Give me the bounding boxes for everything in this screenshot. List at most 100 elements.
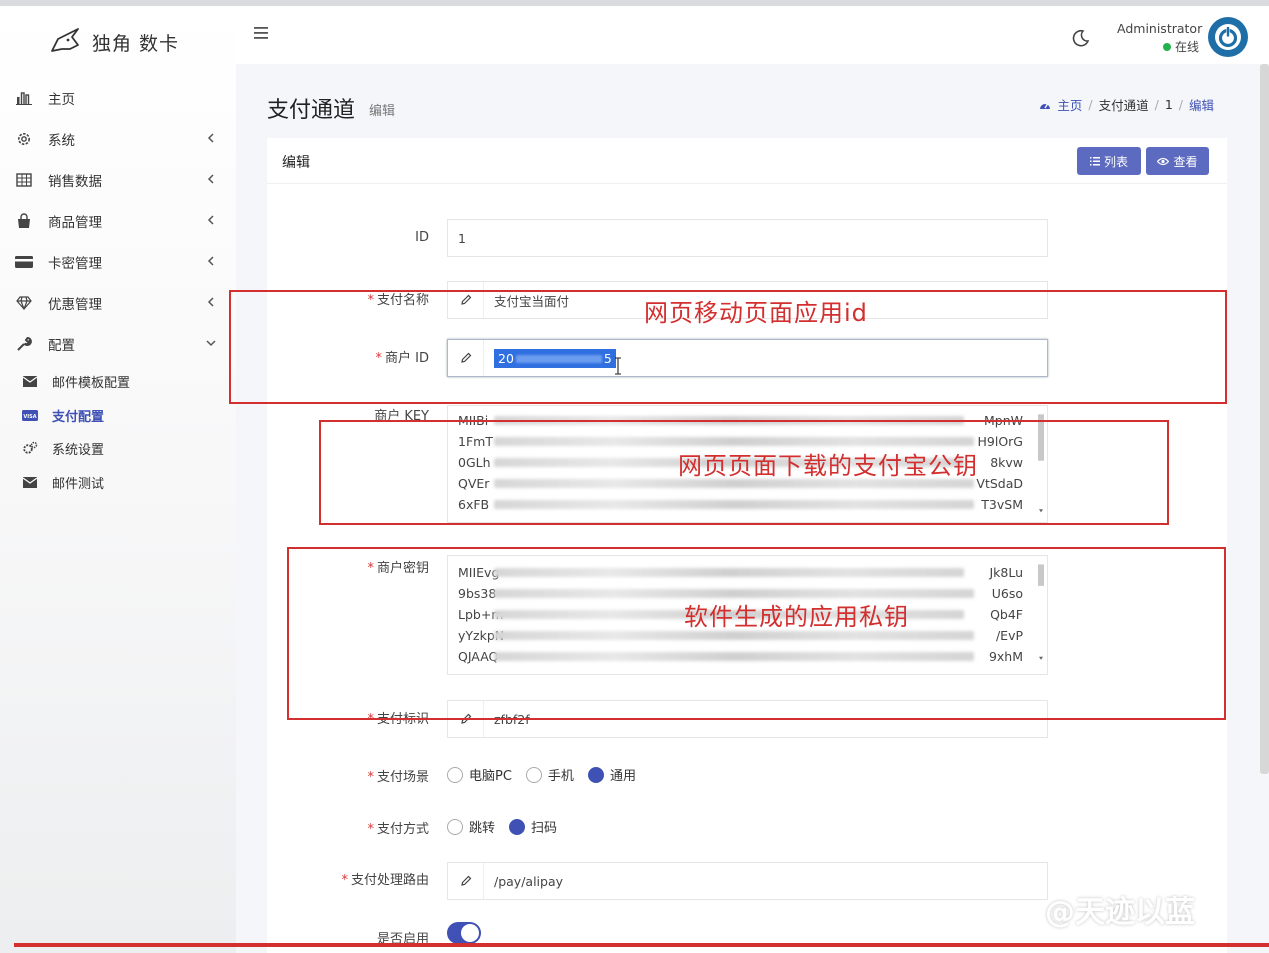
id-label: ID — [415, 230, 429, 245]
annotation-text-public-key: 网页页面下载的支付宝公钥 — [678, 452, 978, 480]
sidebar-subitem-label: 支付配置 — [52, 409, 105, 425]
view-button[interactable]: 查看 — [1146, 147, 1209, 175]
dark-mode-moon-icon[interactable] — [1070, 28, 1090, 48]
page-scrollbar[interactable] — [1260, 64, 1269, 774]
pencil-icon — [448, 863, 484, 899]
sidebar-item-cards[interactable]: 卡密管理 — [14, 250, 224, 274]
svg-text:VISA: VISA — [23, 414, 36, 420]
route-value: /pay/alipay — [494, 873, 564, 889]
sidebar-item-label: 商品管理 — [48, 215, 102, 231]
annotation-underline — [14, 943, 1269, 947]
scene-option-general[interactable]: 通用 — [587, 765, 636, 784]
enabled-toggle[interactable] — [447, 922, 481, 944]
eye-icon — [1157, 157, 1170, 165]
page-title: 支付通道 — [267, 98, 356, 123]
radio-circle-selected[interactable] — [587, 766, 604, 783]
id-value: 1 — [458, 230, 466, 246]
watermark: @天迹以蓝 — [1045, 895, 1195, 930]
breadcrumb-current: 编辑 — [1188, 98, 1214, 113]
table-icon — [14, 171, 34, 189]
sidebar-subitem-payment[interactable]: VISA 支付配置 — [22, 404, 222, 426]
sidebar: 独角 数卡 主页 系统 销售数据 商品管理 卡密管理 优惠管理 配置 邮件模板配… — [0, 6, 236, 953]
list-icon — [1089, 156, 1100, 165]
annotation-text-private-key: 软件生成的应用私钥 — [684, 603, 909, 631]
sidebar-item-system[interactable]: 系统 — [14, 127, 224, 151]
envelope-icon — [22, 475, 38, 489]
method-radio-group: 跳转 扫码 — [447, 817, 557, 836]
annotation-text-app-id: 网页移动页面应用id — [644, 299, 868, 327]
sidebar-item-label: 销售数据 — [48, 174, 102, 190]
breadcrumb: 主页 / 支付通道 / 1 / 编辑 — [1039, 95, 1214, 114]
route-label: * 支付处理路由 — [341, 873, 429, 888]
user-status: 在线 — [1163, 38, 1199, 55]
route-input[interactable]: /pay/alipay — [447, 862, 1048, 900]
user-name[interactable]: Administrator — [1117, 21, 1202, 36]
chevron-left-icon — [207, 215, 214, 225]
gear-icon — [14, 130, 34, 148]
sidebar-item-products[interactable]: 商品管理 — [14, 209, 224, 233]
radio-label: 通用 — [609, 769, 636, 784]
diamond-icon — [14, 294, 34, 312]
power-icon — [1215, 24, 1241, 50]
radio-label: 跳转 — [469, 821, 496, 836]
avatar[interactable] — [1208, 17, 1248, 57]
list-button-label: 列表 — [1103, 154, 1128, 169]
sidebar-item-home[interactable]: 主页 — [14, 86, 224, 110]
sidebar-item-sales[interactable]: 销售数据 — [14, 168, 224, 192]
method-option-scan[interactable]: 扫码 — [509, 817, 557, 836]
wrench-icon — [14, 335, 34, 353]
credit-card-icon — [14, 253, 34, 271]
list-button[interactable]: 列表 — [1077, 147, 1141, 175]
breadcrumb-separator: / — [1154, 97, 1159, 112]
sidebar-item-label: 系统 — [48, 133, 75, 149]
sidebar-subitem-label: 系统设置 — [52, 442, 105, 458]
scene-option-pc[interactable]: 电脑PC — [447, 765, 512, 784]
radio-label: 扫码 — [531, 821, 558, 836]
sidebar-subitem-mail-template[interactable]: 邮件模板配置 — [22, 370, 222, 392]
unicorn-logo-icon — [51, 28, 79, 52]
sidebar-subitem-label: 邮件测试 — [52, 476, 105, 492]
breadcrumb-separator: / — [1178, 97, 1183, 112]
dashboard-icon — [1040, 103, 1051, 109]
gears-icon — [22, 441, 38, 455]
radio-label: 手机 — [547, 769, 574, 784]
radio-circle-selected[interactable] — [509, 818, 526, 835]
radio-circle[interactable] — [447, 766, 463, 783]
radio-circle[interactable] — [447, 818, 463, 835]
breadcrumb-channel[interactable]: 支付通道 — [1099, 95, 1149, 114]
sidebar-item-label: 主页 — [48, 92, 75, 108]
visa-card-icon: VISA — [22, 408, 38, 422]
breadcrumb-id[interactable]: 1 — [1165, 97, 1173, 112]
chevron-left-icon — [207, 297, 214, 307]
breadcrumb-separator: / — [1088, 97, 1093, 112]
method-option-redirect[interactable]: 跳转 — [447, 817, 495, 836]
hamburger-menu-icon[interactable] — [254, 26, 270, 40]
chevron-left-icon — [207, 256, 214, 266]
annotation-box-private-key — [287, 547, 1226, 720]
radio-circle[interactable] — [525, 766, 542, 783]
page-subtitle: 编辑 — [369, 104, 396, 119]
sidebar-subitem-label: 邮件模板配置 — [52, 375, 131, 391]
sidebar-item-label: 优惠管理 — [48, 297, 102, 313]
sidebar-item-label: 卡密管理 — [48, 256, 102, 272]
scene-radio-group: 电脑PC 手机 通用 — [447, 765, 636, 784]
online-status-dot — [1163, 42, 1171, 51]
brand-name: 独角 数卡 — [92, 32, 180, 55]
chevron-left-icon — [207, 174, 214, 184]
envelope-icon — [22, 374, 38, 388]
chevron-down-icon — [206, 340, 216, 347]
brand[interactable]: 独角 数卡 — [48, 26, 179, 58]
sidebar-item-coupons[interactable]: 优惠管理 — [14, 291, 224, 315]
sidebar-item-label: 配置 — [48, 338, 75, 354]
id-field: 1 — [447, 219, 1048, 257]
sidebar-item-config[interactable]: 配置 — [14, 332, 224, 356]
sidebar-subitem-system-settings[interactable]: 系统设置 — [22, 437, 222, 459]
top-header: Administrator 在线 — [236, 6, 1269, 64]
scene-label: * 支付场景 — [367, 770, 429, 785]
radio-label: 电脑PC — [469, 769, 512, 784]
chevron-left-icon — [207, 133, 214, 143]
scene-option-mobile[interactable]: 手机 — [525, 765, 574, 784]
breadcrumb-home[interactable]: 主页 — [1057, 95, 1082, 114]
sidebar-subitem-mail-test[interactable]: 邮件测试 — [22, 471, 222, 493]
shopping-bag-icon — [14, 212, 34, 230]
